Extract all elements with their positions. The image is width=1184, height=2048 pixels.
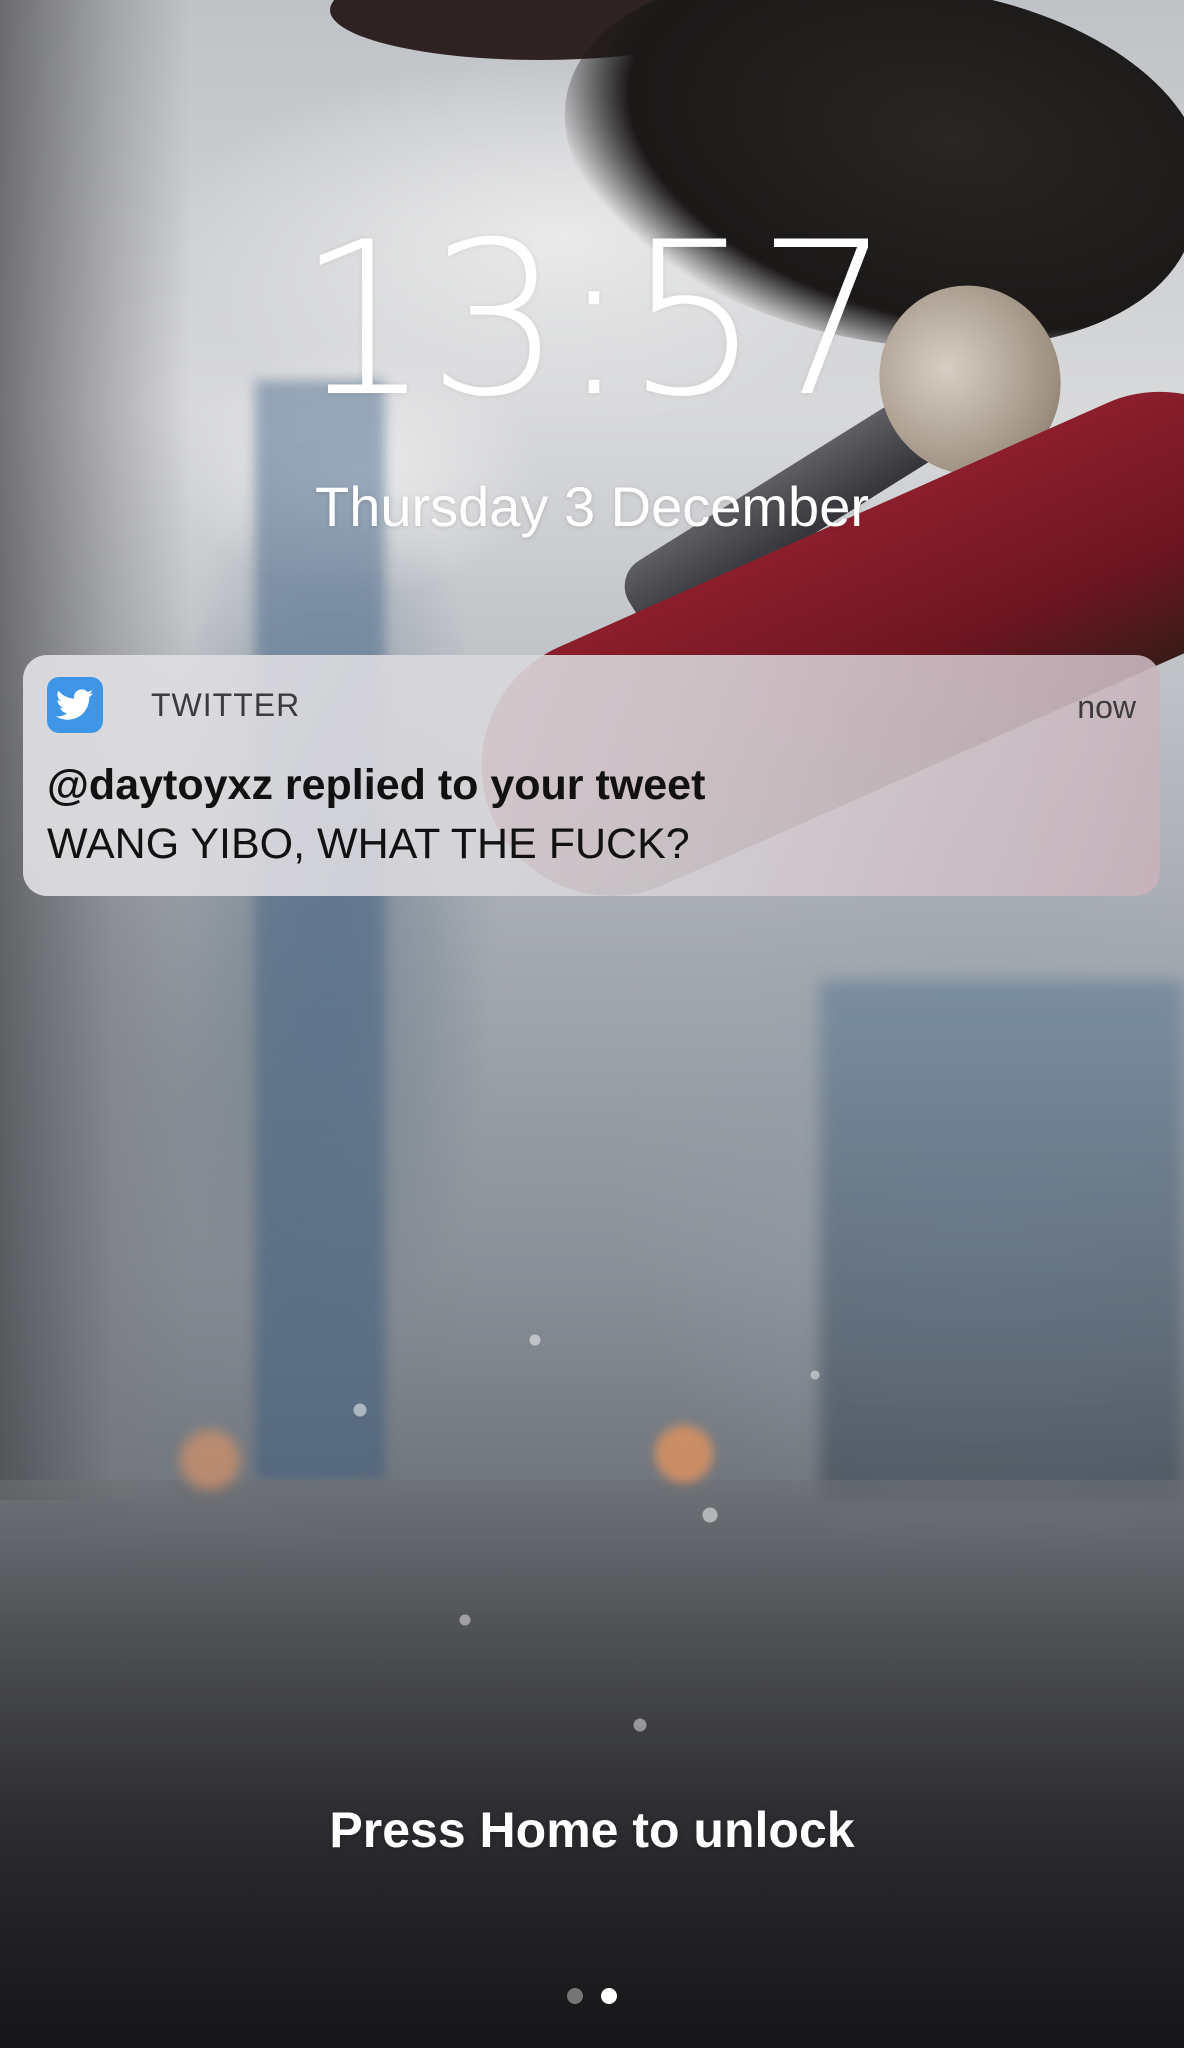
notification-card[interactable]: TWITTER now @daytoyxz replied to your tw… <box>23 655 1160 896</box>
notification-app-name: TWITTER <box>151 687 301 723</box>
twitter-bird-icon <box>47 677 103 733</box>
notification-title: @daytoyxz replied to your tweet <box>47 761 706 809</box>
lock-screen-clock: 13:57 <box>296 196 892 443</box>
page-dot-active <box>601 1988 617 2004</box>
notification-time: now <box>1077 689 1136 725</box>
lock-screen-date: Thursday 3 December <box>314 475 869 538</box>
unlock-hint: Press Home to unlock <box>329 1802 855 1858</box>
notification-header: TWITTER now <box>47 677 1136 733</box>
wallpaper-water-splash <box>220 1200 920 1900</box>
page-dot <box>567 1988 583 2004</box>
notification-body: WANG YIBO, WHAT THE FUCK? <box>47 820 690 868</box>
page-indicator <box>0 1988 1184 2004</box>
